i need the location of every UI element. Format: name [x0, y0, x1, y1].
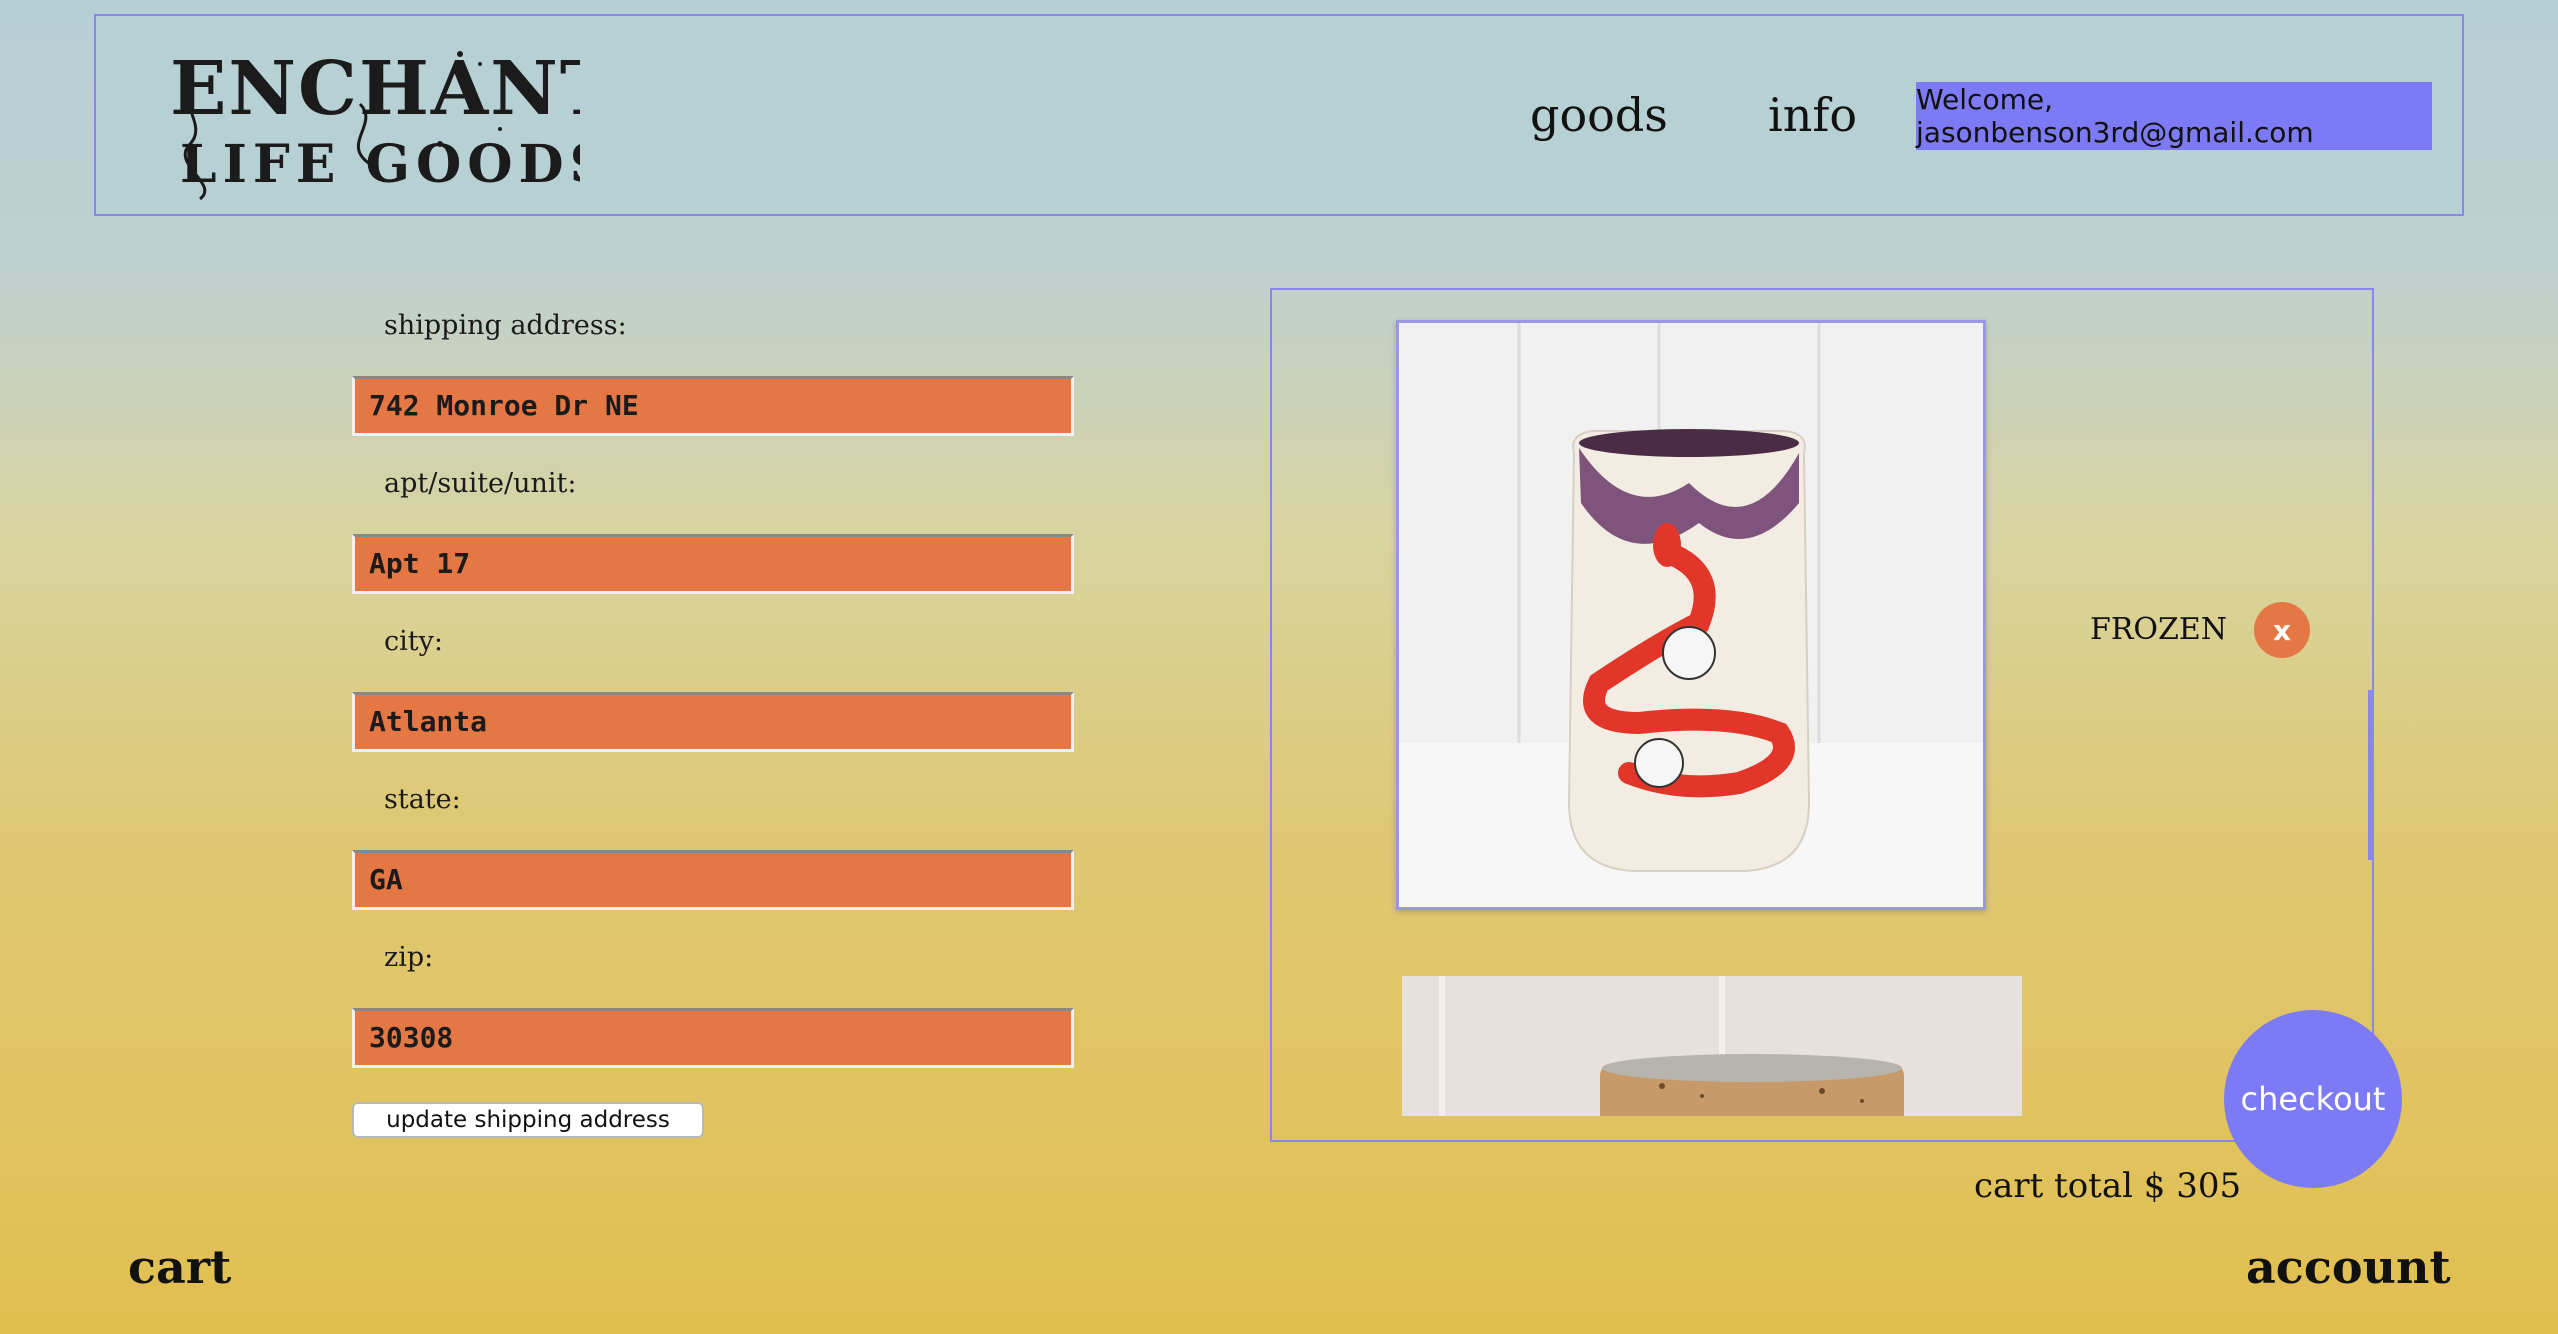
state-label: state: [384, 784, 461, 815]
checkout-button[interactable]: checkout [2224, 1010, 2402, 1188]
cart-total: cart total $ 305 [1974, 1166, 2242, 1206]
city-input[interactable]: Atlanta [352, 692, 1074, 752]
cart-item-name: FROZEN [2090, 612, 2227, 647]
nav-goods-link[interactable]: goods [1530, 88, 1668, 142]
city-label: city: [384, 626, 443, 657]
apt-input[interactable]: Apt 17 [352, 534, 1074, 594]
footer-account-link[interactable]: account [2246, 1240, 2451, 1294]
address-label: shipping address: [384, 310, 627, 341]
zip-input[interactable]: 30308 [352, 1008, 1074, 1068]
product-image-snake-vase[interactable] [1396, 320, 1986, 910]
enchanted-life-goods-logo[interactable]: ENCHANTED LIFE GOODS [160, 34, 580, 204]
address-input[interactable]: 742 Monroe Dr NE [352, 376, 1074, 436]
apt-label: apt/suite/unit: [384, 468, 577, 499]
update-shipping-address-button[interactable]: update shipping address [352, 1102, 704, 1138]
state-input[interactable]: GA [352, 850, 1074, 910]
site-header: ENCHANTED LIFE GOODS goods info Welcome,… [94, 14, 2464, 216]
svg-text:LIFE GOODS: LIFE GOODS [180, 134, 580, 195]
zip-label: zip: [384, 942, 434, 973]
svg-text:ENCHANTED: ENCHANTED [170, 46, 580, 132]
welcome-user-badge[interactable]: Welcome, jasonbenson3rd@gmail.com [1916, 82, 2432, 150]
cart-items-panel[interactable]: FROZEN x [1270, 288, 2374, 1142]
remove-item-button[interactable]: x [2254, 602, 2310, 658]
product-image-speckled-bowl[interactable] [1402, 976, 2022, 1116]
nav-info-link[interactable]: info [1768, 88, 1857, 142]
footer-cart-link[interactable]: cart [128, 1240, 231, 1294]
cart-scrollbar[interactable] [2368, 690, 2372, 860]
